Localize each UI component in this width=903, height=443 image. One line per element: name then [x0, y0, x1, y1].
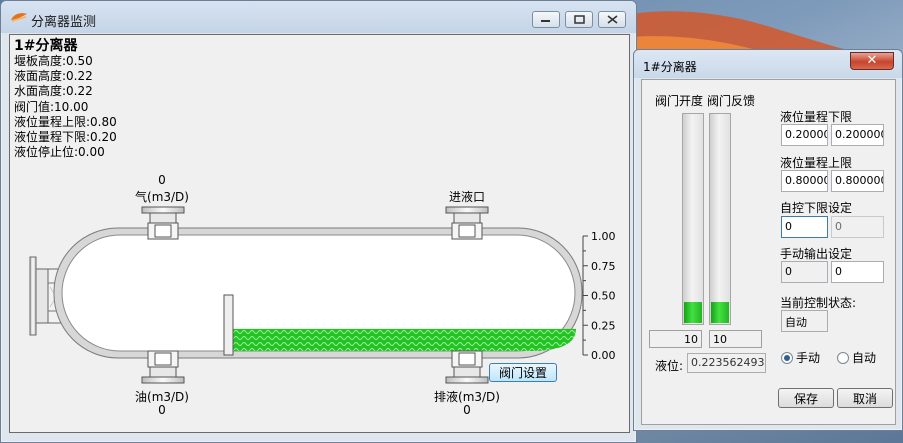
manual-mode-label: 手动: [796, 351, 821, 365]
level-label: 液位:: [655, 359, 684, 373]
valve-feedback-gauge: [709, 113, 731, 325]
scale-tick-label: 0.50: [591, 290, 616, 303]
drain-outlet-nozzle: [445, 350, 489, 384]
restore-icon: [573, 15, 585, 24]
main-window-title: 分离器监测: [31, 15, 97, 30]
dialog-title: 1#分离器: [643, 60, 697, 74]
minimize-icon: [541, 19, 550, 22]
liquid-fill: [233, 328, 576, 351]
separator-settings-dialog: 1#分离器 ✕ 阀门开度 阀门反馈 10 10 液位: 0.2235624939…: [633, 49, 903, 431]
manual-output-label: 手动输出设定: [780, 247, 853, 261]
valve-opening-label: 阀门开度: [655, 94, 704, 108]
minimize-button[interactable]: [532, 11, 560, 28]
valve-opening-gauge-fill: [684, 302, 702, 323]
manual-output-display: 0: [781, 261, 828, 283]
scale-tick-label: 0.75: [591, 260, 616, 273]
scale-tick-label: 0.00: [591, 349, 616, 362]
oil-outlet-nozzle: [141, 350, 185, 384]
range-high-label: 液位量程上限: [780, 156, 853, 170]
valve-settings-button[interactable]: 阀门设置: [489, 363, 557, 382]
range-high-input[interactable]: 0.80000: [781, 170, 828, 192]
close-icon: [607, 15, 617, 24]
level-scale: 1.00 0.75 0.50 0.25 0.00: [582, 230, 616, 362]
range-low-input[interactable]: 0.20000: [781, 124, 828, 146]
scale-tick-label: 0.25: [591, 319, 616, 332]
auto-mode-label: 自动: [852, 351, 877, 365]
range-high-display[interactable]: 0.800000: [831, 170, 884, 192]
maximize-button[interactable]: [565, 11, 593, 28]
auto-low-input[interactable]: 0: [781, 216, 828, 238]
range-low-display[interactable]: 0.200000: [831, 124, 884, 146]
gas-outlet-nozzle: [141, 206, 185, 240]
dialog-titlebar[interactable]: 1#分离器 ✕: [634, 50, 902, 78]
separator-monitor-window: 分离器监测 1#分离器 堰板高度:0.50 液面高度:0.22 水面高度:0.2…: [0, 0, 637, 443]
auto-low-label: 自控下限设定: [780, 201, 853, 215]
control-status-value: 自动: [781, 310, 828, 332]
app-icon: [11, 13, 27, 22]
auto-low-display: 0: [831, 216, 884, 238]
weir-plate: [223, 294, 234, 356]
drain-flow-value: 0: [463, 403, 471, 417]
control-status-label: 当前控制状态:: [780, 296, 857, 310]
valve-feedback-value: 10: [709, 330, 762, 348]
level-value: 0.22356249392: [687, 353, 766, 373]
dialog-body: 阀门开度 阀门反馈 10 10 液位: 0.22356249392 液位量程下限…: [641, 79, 896, 425]
oil-flow-value: 0: [158, 403, 166, 417]
manual-output-input[interactable]: 0: [831, 261, 884, 283]
inlet-nozzle: [445, 206, 489, 240]
valve-opening-gauge: [682, 113, 704, 325]
radio-selected-icon: [781, 351, 793, 364]
scale-tick-label: 1.00: [591, 230, 616, 243]
manual-mode-radio[interactable]: 手动: [781, 349, 820, 366]
dialog-close-button[interactable]: ✕: [850, 52, 894, 70]
close-button[interactable]: [598, 11, 626, 28]
save-button[interactable]: 保存: [778, 388, 834, 408]
cancel-button[interactable]: 取消: [837, 388, 893, 408]
monitor-canvas: 1#分离器 堰板高度:0.50 液面高度:0.22 水面高度:0.22 阀门值:…: [9, 34, 630, 433]
valve-opening-value: 10: [649, 330, 702, 348]
auto-mode-radio[interactable]: 自动: [837, 349, 876, 366]
valve-feedback-label: 阀门反馈: [707, 94, 756, 108]
valve-feedback-gauge-fill: [711, 302, 729, 323]
radio-unselected-icon: [837, 351, 849, 364]
range-low-label: 液位量程下限: [780, 110, 853, 124]
main-titlebar[interactable]: 分离器监测: [1, 1, 636, 33]
